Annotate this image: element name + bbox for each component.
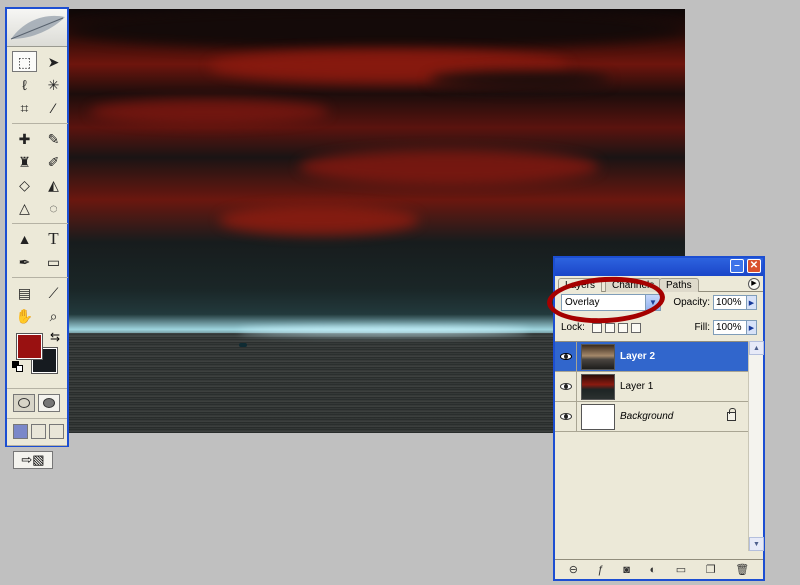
new-layer-icon[interactable]: ❐ — [706, 563, 716, 576]
move-tool-icon[interactable]: ➤ — [41, 51, 66, 72]
full-screen-menu-button[interactable] — [31, 424, 46, 439]
adjustment-layer-icon[interactable]: ◐ — [650, 564, 657, 576]
standard-mode-icon — [18, 398, 30, 408]
link-layers-icon[interactable]: ⊖ — [569, 563, 578, 576]
eye-icon — [559, 413, 572, 420]
lock-label: Lock: — [561, 322, 585, 333]
image-cloud — [69, 9, 685, 49]
tab-paths[interactable]: Paths — [659, 278, 699, 292]
tool-separator — [12, 120, 68, 124]
clone-stamp-icon[interactable]: ♜ — [12, 151, 37, 172]
jump-to-row: ⇨▧ — [7, 445, 67, 469]
close-icon: ✕ — [749, 260, 759, 271]
notes-tool-icon[interactable]: ▤ — [12, 282, 37, 303]
layer-row-background[interactable]: Background — [555, 401, 748, 432]
lock-image-icon[interactable] — [604, 322, 615, 333]
image-horizon-glint — [239, 327, 529, 335]
layer-row-layer-2[interactable]: Layer 2 — [555, 341, 748, 372]
image-cloud — [219, 205, 419, 235]
swap-colors-icon[interactable]: ⇆ — [50, 330, 60, 344]
quick-mask-button[interactable] — [38, 394, 60, 412]
image-boat — [239, 343, 247, 347]
image-cloud — [89, 99, 329, 125]
jump-to-imageready-button[interactable]: ⇨▧ — [13, 451, 53, 469]
add-mask-icon[interactable]: ◙ — [623, 564, 630, 576]
feather-icon — [10, 15, 65, 40]
eye-icon — [559, 383, 572, 390]
minimize-icon: – — [734, 260, 740, 271]
image-cloud — [429, 71, 609, 89]
type-tool-icon[interactable]: T — [41, 228, 66, 249]
dodge-tool-icon[interactable]: ◌ — [41, 197, 66, 218]
opacity-label: Opacity: — [673, 297, 710, 308]
visibility-toggle[interactable] — [555, 401, 577, 432]
shape-tool-icon[interactable]: ▭ — [41, 251, 66, 272]
layer-thumbnail — [581, 343, 615, 370]
zoom-tool-icon[interactable]: ⌕ — [41, 305, 66, 326]
palette-menu-icon[interactable]: ▶ — [748, 278, 760, 290]
layer-list-scrollbar[interactable]: ▲ ▼ — [748, 341, 764, 551]
pen-tool-icon[interactable]: ✒ — [12, 251, 37, 272]
lock-transparent-icon[interactable] — [591, 322, 602, 333]
visibility-toggle[interactable] — [555, 341, 577, 372]
trash-icon[interactable]: 🗑 — [735, 563, 749, 576]
color-swatches: ⇆ — [12, 330, 67, 382]
hand-tool-icon[interactable]: ✋ — [12, 305, 37, 326]
imageready-icon: ⇨▧ — [21, 452, 45, 467]
minimize-button[interactable]: – — [730, 259, 744, 273]
lasso-tool-icon[interactable]: ℓ — [12, 74, 37, 95]
screen-mode-row — [7, 418, 67, 439]
blur-tool-icon[interactable]: △ — [12, 197, 37, 218]
standard-mode-button[interactable] — [13, 394, 35, 412]
photoshop-feather-logo — [7, 9, 67, 47]
visibility-toggle[interactable] — [555, 371, 577, 402]
tool-separator — [12, 274, 68, 278]
eye-icon — [559, 353, 572, 360]
tool-separator — [12, 220, 68, 224]
lock-options — [591, 322, 641, 333]
full-screen-button[interactable] — [49, 424, 64, 439]
brush-tool-icon[interactable]: ✎ — [41, 128, 66, 149]
magic-wand-icon[interactable]: ✳ — [41, 74, 66, 95]
opacity-slider-arrow-icon[interactable]: ▶ — [747, 295, 757, 310]
image-cloud — [299, 149, 599, 185]
scroll-up-icon[interactable]: ▲ — [749, 341, 764, 355]
slice-tool-icon[interactable]: ⁄ — [41, 97, 66, 118]
healing-brush-icon[interactable]: ✚ — [12, 128, 37, 149]
layer-list: Layer 2 Layer 1 Background — [555, 341, 748, 551]
layer-name: Layer 2 — [620, 351, 656, 362]
crop-tool-icon[interactable]: ⌗ — [12, 97, 37, 118]
layer-thumbnail — [581, 403, 615, 430]
palette-titlebar[interactable]: – ✕ — [555, 258, 763, 276]
layer-thumbnail — [581, 373, 615, 400]
new-group-icon[interactable]: ▭ — [676, 563, 686, 576]
layer-name: Layer 1 — [620, 381, 654, 392]
eyedropper-icon[interactable]: ⟋ — [41, 282, 66, 303]
history-brush-icon[interactable]: ✐ — [41, 151, 66, 172]
mask-mode-row — [7, 388, 67, 412]
lock-all-icon[interactable] — [630, 322, 641, 333]
fill-slider-arrow-icon[interactable]: ▶ — [747, 320, 757, 335]
toolbox: ⬚ ➤ ℓ ✳ ⌗ ⁄ ✚ ✎ ♜ ✐ ◇ ◭ △ ◌ ▲ T ✒ ▭ ▤ ⟋ … — [5, 7, 69, 469]
marquee-tool-icon[interactable]: ⬚ — [12, 51, 37, 72]
fill-label: Fill: — [694, 322, 710, 333]
palette-bottom-bar: ⊖ ƒ ◙ ◐ ▭ ❐ 🗑 — [555, 559, 763, 579]
layer-name: Background — [620, 411, 674, 422]
standard-screen-button[interactable] — [13, 424, 28, 439]
layer-style-icon[interactable]: ƒ — [598, 564, 604, 576]
path-selection-icon[interactable]: ▲ — [12, 228, 37, 249]
default-colors-icon[interactable] — [12, 361, 24, 373]
lock-icon — [727, 408, 736, 421]
quick-mask-icon — [43, 398, 55, 408]
eraser-icon[interactable]: ◇ — [12, 174, 37, 195]
opacity-input[interactable]: 100% — [713, 295, 747, 310]
foreground-color-swatch[interactable] — [16, 333, 43, 360]
scroll-down-icon[interactable]: ▼ — [749, 537, 764, 551]
layer-row-layer-1[interactable]: Layer 1 — [555, 371, 748, 402]
lock-position-icon[interactable] — [617, 322, 628, 333]
paint-bucket-icon[interactable]: ◭ — [41, 174, 66, 195]
close-button[interactable]: ✕ — [747, 259, 761, 273]
fill-input[interactable]: 100% — [713, 320, 747, 335]
